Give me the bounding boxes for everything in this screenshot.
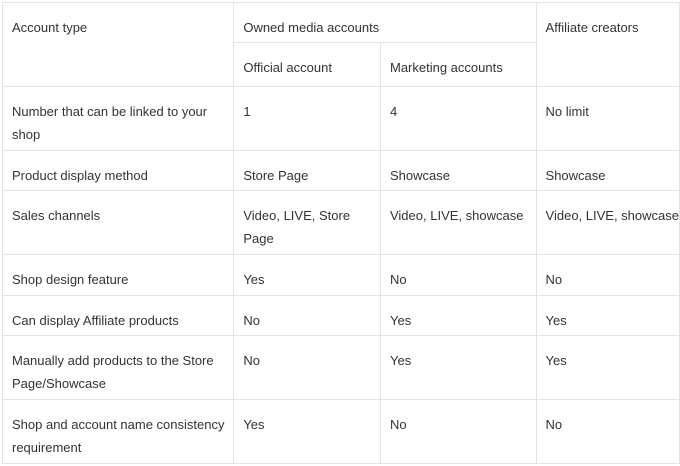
cell-affiliate: Showcase <box>535 150 680 191</box>
row-label: Shop design feature <box>1 254 235 296</box>
header-affiliate-creators: Affiliate creators <box>535 2 680 87</box>
row-label: Number that can be linked to your shop <box>1 86 235 151</box>
cell-marketing: Video, LIVE, showcase <box>379 190 537 255</box>
row-label: Can display Affiliate products <box>1 295 235 336</box>
row-label: Sales channels <box>1 190 235 255</box>
cell-marketing: Yes <box>379 295 537 336</box>
header-account-type: Account type <box>1 2 235 87</box>
cell-official: No <box>233 295 381 336</box>
table-row: Shop and account name consistency requir… <box>1 399 680 464</box>
table-row: Shop design feature Yes No No <box>1 254 680 296</box>
cell-marketing: 4 <box>379 86 537 151</box>
cell-marketing: Yes <box>379 335 537 400</box>
table-row: Sales channels Video, LIVE, Store Page V… <box>1 190 680 255</box>
cell-official: Store Page <box>233 150 381 191</box>
cell-affiliate: Yes <box>535 295 680 336</box>
header-official-account: Official account <box>233 42 381 87</box>
header-marketing-accounts: Marketing accounts <box>379 42 537 87</box>
cell-affiliate: Yes <box>535 335 680 400</box>
cell-marketing: Showcase <box>379 150 537 191</box>
table-row: Can display Affiliate products No Yes Ye… <box>1 295 680 336</box>
row-label: Manually add products to the Store Page/… <box>1 335 235 400</box>
table-header-row: Account type Owned media accounts Affili… <box>1 2 680 87</box>
cell-official: No <box>233 335 381 400</box>
cell-affiliate: Video, LIVE, showcase <box>535 190 680 255</box>
cell-affiliate: No <box>535 254 680 296</box>
cell-official: Video, LIVE, Store Page <box>233 190 381 255</box>
header-owned-media-accounts: Owned media accounts <box>233 2 537 43</box>
cell-official: Yes <box>233 399 381 464</box>
cell-affiliate: No <box>535 399 680 464</box>
row-label: Product display method <box>1 150 235 191</box>
table-row: Manually add products to the Store Page/… <box>1 335 680 400</box>
table-row: Number that can be linked to your shop 1… <box>1 86 680 151</box>
cell-affiliate: No limit <box>535 86 680 151</box>
account-comparison-table: Account type Owned media accounts Affili… <box>1 2 680 464</box>
row-label: Shop and account name consistency requir… <box>1 399 235 464</box>
table-row: Product display method Store Page Showca… <box>1 150 680 191</box>
cell-official: Yes <box>233 254 381 296</box>
cell-marketing: No <box>379 399 537 464</box>
cell-official: 1 <box>233 86 381 151</box>
cell-marketing: No <box>379 254 537 296</box>
